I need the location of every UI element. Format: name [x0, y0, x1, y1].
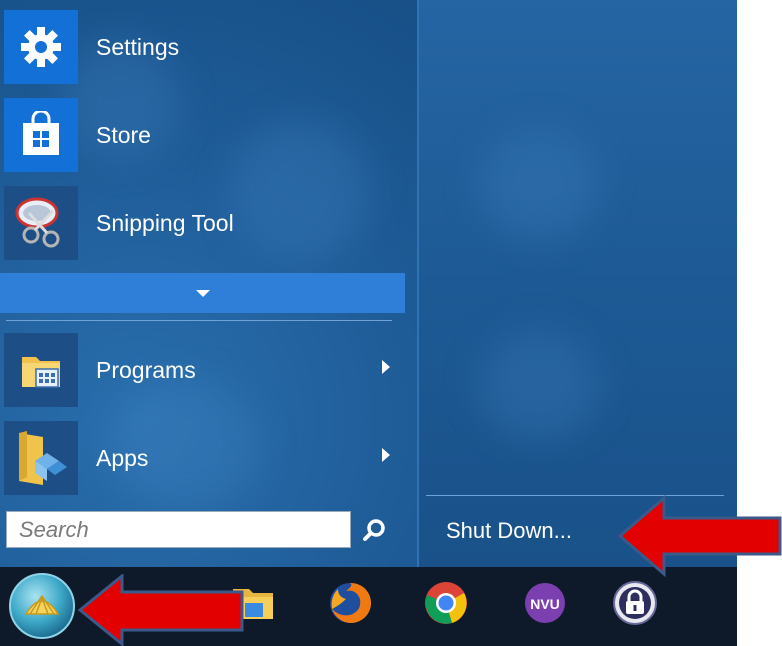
- start-menu-right-pane: [419, 0, 737, 567]
- divider: [6, 320, 392, 321]
- menu-item-settings[interactable]: Settings: [0, 5, 410, 89]
- start-menu-left-pane: Settings Store Snipping Tool Programs Ap…: [0, 0, 418, 567]
- search-icon[interactable]: [362, 517, 388, 543]
- menu-item-label: Snipping Tool: [96, 209, 234, 236]
- firefox-icon[interactable]: [325, 578, 375, 628]
- menu-item-label: Settings: [96, 33, 180, 60]
- expand-all-apps-button[interactable]: [0, 273, 405, 313]
- scissors-icon: [4, 186, 78, 260]
- menu-item-store[interactable]: Store: [0, 93, 410, 177]
- annotation-arrow-left-icon: [618, 494, 782, 578]
- start-menu: Settings Store Snipping Tool Programs Ap…: [0, 0, 737, 567]
- menu-item-programs[interactable]: Programs: [0, 328, 410, 412]
- annotation-arrow-left-icon: [78, 574, 244, 646]
- keepass-lock-icon[interactable]: [610, 578, 660, 628]
- gear-icon: [4, 10, 78, 84]
- nvu-label: NVU: [530, 596, 560, 612]
- shutdown-button[interactable]: Shut Down...: [446, 518, 572, 544]
- search-input[interactable]: [6, 511, 351, 548]
- nvu-icon[interactable]: NVU: [520, 578, 570, 628]
- menu-item-label: Programs: [96, 356, 196, 383]
- chevron-right-icon: [382, 360, 390, 374]
- menu-item-label: Apps: [96, 444, 149, 471]
- start-orb-button[interactable]: [6, 570, 78, 642]
- chevron-right-icon: [382, 448, 390, 462]
- menu-item-label: Store: [96, 121, 151, 148]
- menu-item-apps[interactable]: Apps: [0, 416, 410, 500]
- programs-folder-icon: [4, 333, 78, 407]
- chrome-icon[interactable]: [421, 578, 471, 628]
- store-bag-icon: [4, 98, 78, 172]
- apps-folder-icon: [4, 421, 78, 495]
- menu-item-snipping-tool[interactable]: Snipping Tool: [0, 181, 410, 265]
- chevron-down-icon: [196, 290, 210, 297]
